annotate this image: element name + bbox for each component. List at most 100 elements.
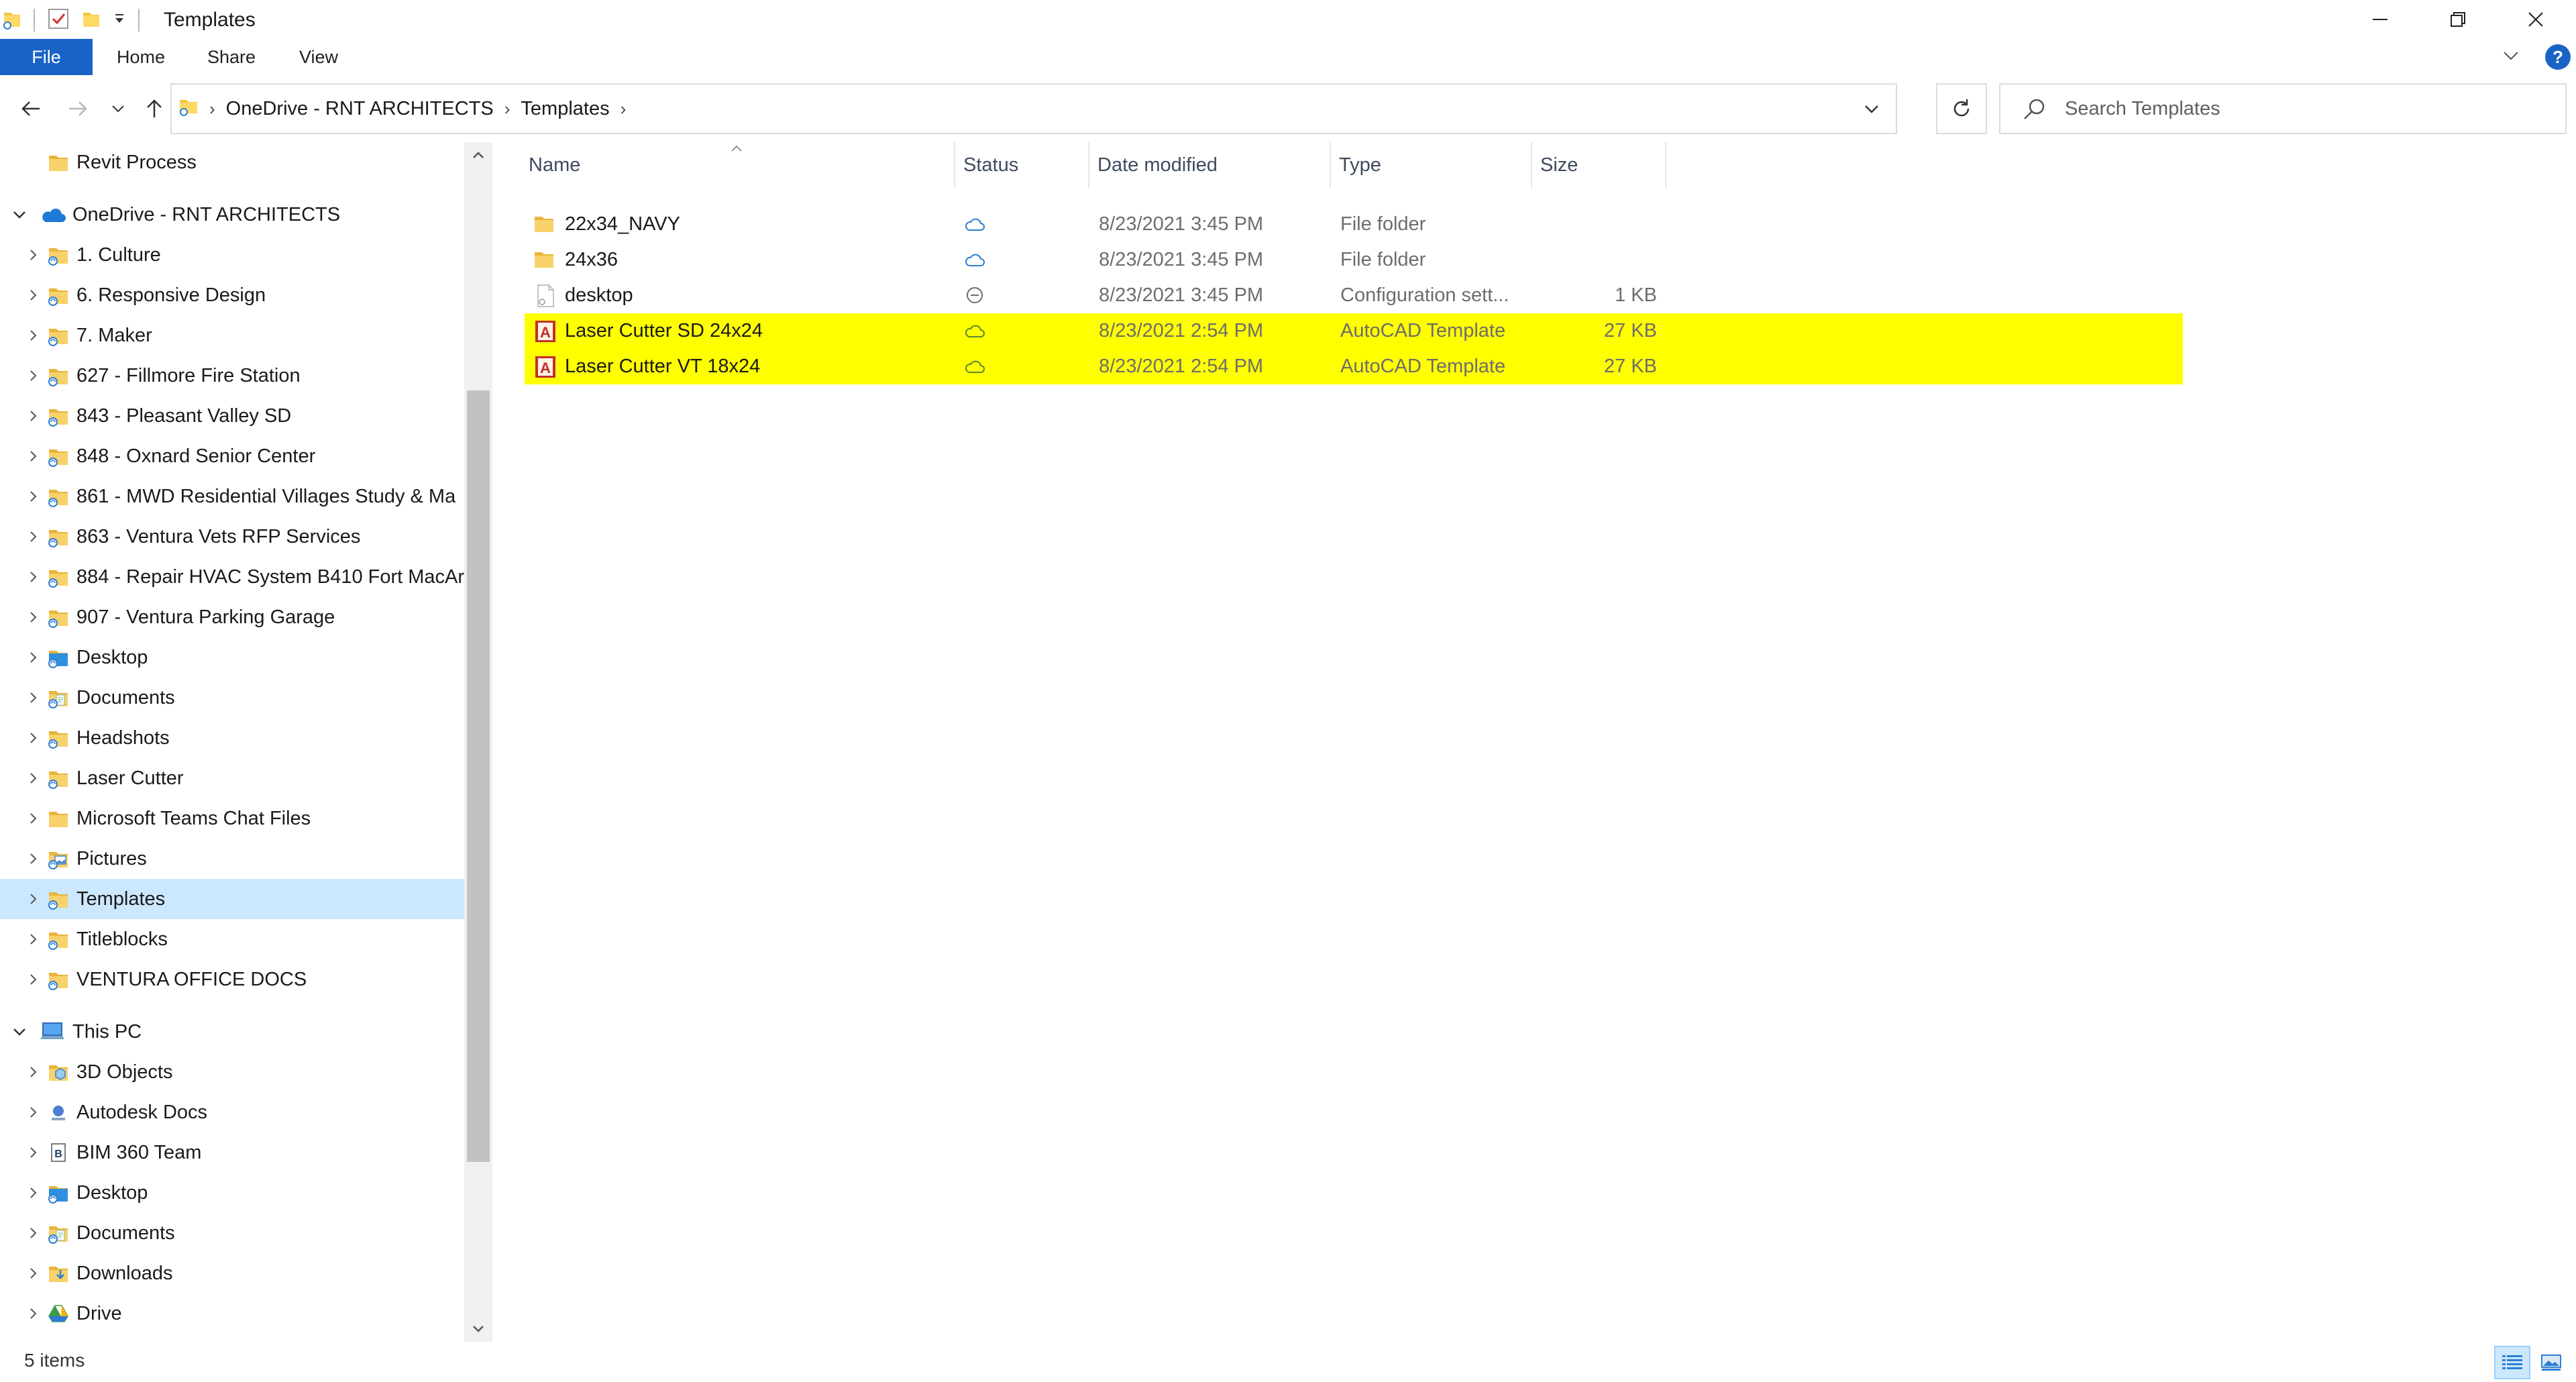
- sidebar-item-onedrive-rnt-architects[interactable]: OneDrive - RNT ARCHITECTS: [0, 195, 464, 235]
- sidebar-item-documents[interactable]: Documents: [0, 678, 464, 718]
- chevron-down-icon[interactable]: [11, 206, 28, 223]
- chevron-right-icon[interactable]: [24, 890, 42, 908]
- sidebar-item-627-fillmore-fire-station[interactable]: 627 - Fillmore Fire Station: [0, 356, 464, 396]
- sidebar-item-ventura-office-docs[interactable]: VENTURA OFFICE DOCS: [0, 959, 464, 1000]
- explorer-folder-icon[interactable]: [3, 7, 21, 34]
- chevron-right-icon[interactable]: [24, 1265, 42, 1282]
- tab-share[interactable]: Share: [200, 39, 263, 75]
- sidebar-item-laser-cutter[interactable]: Laser Cutter: [0, 758, 464, 798]
- chevron-right-icon[interactable]: [24, 608, 42, 626]
- chevron-right-icon[interactable]: [24, 447, 42, 465]
- chevron-right-icon[interactable]: [24, 689, 42, 706]
- chevron-right-icon[interactable]: [24, 286, 42, 304]
- sidebar-item-pictures[interactable]: Pictures: [0, 839, 464, 879]
- address-history-dropdown[interactable]: [1860, 97, 1884, 121]
- sidebar-item-884-repair-hvac-system-b410-fort-macar[interactable]: 884 - Repair HVAC System B410 Fort MacAr: [0, 557, 464, 597]
- details-view-button[interactable]: [2494, 1346, 2530, 1379]
- column-header-date-modified[interactable]: Date modified: [1089, 142, 1331, 188]
- scrollbar-thumb[interactable]: [467, 390, 490, 1162]
- sidebar-item-documents[interactable]: Documents: [0, 1213, 464, 1253]
- sidebar-item-848-oxnard-senior-center[interactable]: 848 - Oxnard Senior Center: [0, 436, 464, 476]
- expand-ribbon-button[interactable]: [2501, 46, 2521, 69]
- properties-check-icon[interactable]: [47, 7, 70, 34]
- chevron-right-icon[interactable]: [24, 931, 42, 948]
- scroll-down-button[interactable]: [464, 1315, 492, 1342]
- chevron-right-icon[interactable]: [24, 769, 42, 787]
- file-row[interactable]: desktop 8/23/2021 3:45 PM Configuration se…: [525, 278, 2183, 313]
- breadcrumb-chevron-icon[interactable]: ›: [209, 99, 215, 119]
- chevron-right-icon[interactable]: [24, 327, 42, 344]
- chevron-right-icon[interactable]: [24, 729, 42, 747]
- up-button[interactable]: [136, 90, 173, 127]
- sidebar-item-863-ventura-vets-rfp-services[interactable]: 863 - Ventura Vets RFP Services: [0, 517, 464, 557]
- column-header-name[interactable]: Name: [521, 142, 955, 188]
- minimize-button[interactable]: [2341, 0, 2419, 39]
- sidebar-item-revit-process[interactable]: Revit Process: [0, 142, 464, 182]
- sidebar-item-microsoft-teams-chat-files[interactable]: Microsoft Teams Chat Files: [0, 798, 464, 839]
- chevron-right-icon[interactable]: [24, 367, 42, 384]
- chevron-right-icon[interactable]: [24, 810, 42, 827]
- chevron-right-icon[interactable]: [24, 1224, 42, 1242]
- large-icons-view-button[interactable]: [2533, 1346, 2569, 1379]
- sidebar-item-this-pc[interactable]: This PC: [0, 1012, 464, 1052]
- chevron-right-icon[interactable]: [24, 407, 42, 425]
- breadcrumb-chevron-icon[interactable]: ›: [621, 99, 627, 119]
- chevron-right-icon[interactable]: [24, 528, 42, 545]
- sidebar-item-desktop[interactable]: Desktop: [0, 637, 464, 678]
- sidebar-item-1-culture[interactable]: 1. Culture: [0, 235, 464, 275]
- search-box[interactable]: [1999, 83, 2567, 134]
- restore-button[interactable]: [2419, 0, 2497, 39]
- sidebar-item-861-mwd-residential-villages-study-ma[interactable]: 861 - MWD Residential Villages Study & M…: [0, 476, 464, 517]
- file-row[interactable]: 22x34_NAVY 8/23/2021 3:45 PM File folder: [525, 207, 2183, 242]
- sidebar-item-downloads[interactable]: Downloads: [0, 1253, 464, 1293]
- sidebar-item-drive[interactable]: Drive: [0, 1293, 464, 1334]
- recent-locations-button[interactable]: [99, 90, 137, 127]
- column-header-type[interactable]: Type: [1331, 142, 1532, 188]
- back-button[interactable]: [12, 90, 50, 127]
- chevron-right-icon[interactable]: [24, 1144, 42, 1161]
- chevron-right-icon[interactable]: [24, 971, 42, 988]
- file-row[interactable]: A Laser Cutter VT 18x24 8/23/2021 2:54 PM A…: [525, 349, 2183, 384]
- forward-button[interactable]: [59, 90, 97, 127]
- sidebar-item-headshots[interactable]: Headshots: [0, 718, 464, 758]
- close-button[interactable]: [2497, 0, 2575, 39]
- column-header-status[interactable]: Status: [955, 142, 1089, 188]
- chevron-right-icon[interactable]: [24, 1184, 42, 1202]
- sidebar-item-3d-objects[interactable]: 3D Objects: [0, 1052, 464, 1092]
- chevron-right-icon[interactable]: [24, 649, 42, 666]
- tab-home[interactable]: Home: [109, 39, 173, 75]
- chevron-right-icon[interactable]: [24, 568, 42, 586]
- column-header-size[interactable]: Size: [1532, 142, 1666, 188]
- chevron-right-icon[interactable]: [24, 1063, 42, 1081]
- chevron-right-icon[interactable]: [24, 1104, 42, 1121]
- breadcrumb-templates[interactable]: Templates: [521, 98, 609, 120]
- address-bar[interactable]: › OneDrive - RNT ARCHITECTS › Templates …: [170, 83, 1897, 134]
- navigation-pane-scrollbar[interactable]: [464, 142, 492, 1342]
- tab-file[interactable]: File: [0, 39, 93, 75]
- chevron-down-icon[interactable]: [11, 1023, 28, 1041]
- help-button[interactable]: ?: [2545, 44, 2571, 70]
- sidebar-item-titleblocks[interactable]: Titleblocks: [0, 919, 464, 959]
- search-input[interactable]: [2065, 94, 2548, 123]
- new-folder-icon[interactable]: [82, 7, 101, 34]
- sidebar-item-907-ventura-parking-garage[interactable]: 907 - Ventura Parking Garage: [0, 597, 464, 637]
- chevron-right-icon[interactable]: [24, 1305, 42, 1322]
- file-row[interactable]: 24x36 8/23/2021 3:45 PM File folder: [525, 242, 2183, 278]
- sidebar-item-desktop[interactable]: Desktop: [0, 1173, 464, 1213]
- breadcrumb-chevron-icon[interactable]: ›: [504, 99, 511, 119]
- breadcrumb-onedrive[interactable]: OneDrive - RNT ARCHITECTS: [226, 98, 494, 120]
- chevron-right-icon[interactable]: [24, 850, 42, 867]
- sidebar-item-templates[interactable]: Templates: [0, 879, 464, 919]
- tab-view[interactable]: View: [290, 39, 347, 75]
- sidebar-item-6-responsive-design[interactable]: 6. Responsive Design: [0, 275, 464, 315]
- sidebar-item-7-maker[interactable]: 7. Maker: [0, 315, 464, 356]
- sidebar-item-bim-360-team[interactable]: B BIM 360 Team: [0, 1132, 464, 1173]
- scroll-up-button[interactable]: [464, 142, 492, 169]
- chevron-right-icon[interactable]: [24, 488, 42, 505]
- sidebar-item-autodesk-docs[interactable]: Autodesk Docs: [0, 1092, 464, 1132]
- qat-customize-dropdown-icon[interactable]: [113, 7, 126, 34]
- refresh-button[interactable]: [1936, 83, 1987, 134]
- chevron-right-icon[interactable]: [24, 246, 42, 264]
- file-row[interactable]: A Laser Cutter SD 24x24 8/23/2021 2:54 PM A…: [525, 313, 2183, 349]
- sidebar-item-843-pleasant-valley-sd[interactable]: 843 - Pleasant Valley SD: [0, 396, 464, 436]
